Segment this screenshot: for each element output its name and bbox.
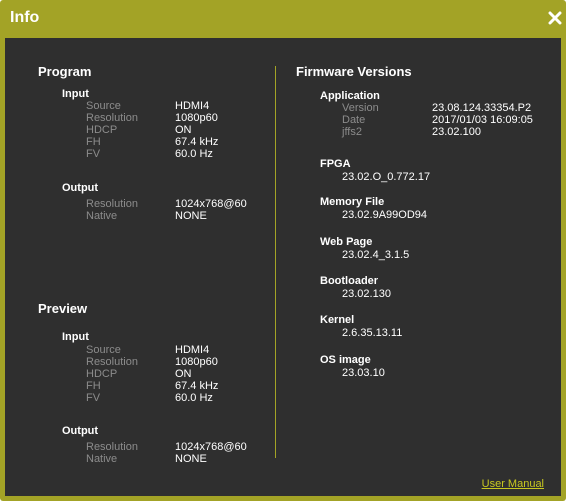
firmware-title: Firmware Versions — [296, 64, 412, 79]
row-label: Source — [86, 100, 121, 112]
firmware-item-version: 23.03.10 — [342, 367, 385, 379]
dialog-title: Info — [10, 9, 40, 26]
preview-output-row: Resolution 1024x768@60 — [86, 441, 266, 453]
row-value: 1024x768@60 — [175, 198, 247, 210]
firmware-item-version: 2.6.35.13.11 — [342, 327, 403, 339]
row-label: jffs2 — [342, 126, 362, 138]
row-label: FV — [86, 148, 101, 160]
application-row: jffs2 23.02.100 — [342, 126, 552, 138]
row-label: FV — [86, 392, 101, 404]
preview-input-title: Input — [62, 331, 89, 343]
firmware-item-name: Kernel — [320, 314, 355, 326]
preview-input-row: FH 67.4 kHz — [86, 380, 266, 392]
application-row: Version 23.08.124.33354.P2 — [342, 102, 552, 114]
row-label: Date — [342, 114, 366, 126]
firmware-item-name: OS image — [320, 354, 371, 366]
row-label: HDCP — [86, 124, 118, 136]
row-value: 2017/01/03 16:09:05 — [432, 114, 533, 126]
program-input-row: HDCP ON — [86, 124, 266, 136]
firmware-item-version: 23.02.9A99OD94 — [342, 209, 428, 221]
row-label: Resolution — [86, 112, 138, 124]
user-manual-link[interactable]: User Manual — [482, 478, 544, 490]
close-icon[interactable] — [548, 11, 562, 25]
preview-output-row: Native NONE — [86, 453, 266, 465]
row-value: HDMI4 — [175, 344, 210, 356]
row-label: FH — [86, 380, 101, 392]
row-label: Native — [86, 453, 118, 465]
preview-output-title: Output — [62, 425, 99, 437]
row-label: Version — [342, 102, 379, 114]
program-input-title: Input — [62, 88, 89, 100]
program-output-title: Output — [62, 182, 99, 194]
row-value: 1080p60 — [175, 356, 218, 368]
dialog-body: Program Input Source HDMI4 Resolution 10… — [5, 38, 561, 496]
program-output-row: Resolution 1024x768@60 — [86, 198, 266, 210]
application-row: Date 2017/01/03 16:09:05 — [342, 114, 552, 126]
row-value: 60.0 Hz — [175, 392, 213, 404]
row-label: Resolution — [86, 441, 138, 453]
row-label: FH — [86, 136, 101, 148]
firmware-item-name: Bootloader — [320, 275, 379, 287]
preview-input-row: Resolution 1080p60 — [86, 356, 266, 368]
application-title: Application — [320, 90, 380, 102]
program-output-row: Native NONE — [86, 210, 266, 222]
row-value: 23.08.124.33354.P2 — [432, 102, 532, 114]
preview-title: Preview — [38, 301, 88, 316]
preview-input-row: FV 60.0 Hz — [86, 392, 266, 404]
row-value: 67.4 kHz — [175, 136, 219, 148]
program-input-row: Resolution 1080p60 — [86, 112, 266, 124]
program-title: Program — [38, 64, 92, 79]
firmware-item-name: Memory File — [320, 196, 385, 208]
row-value: 1080p60 — [175, 112, 218, 124]
firmware-item-name: Web Page — [320, 236, 373, 248]
program-input-row: FV 60.0 Hz — [86, 148, 266, 160]
firmware-item-version: 23.02.4_3.1.5 — [342, 249, 410, 261]
program-input-row: Source HDMI4 — [86, 100, 266, 112]
row-value: ON — [175, 368, 192, 380]
row-value: 1024x768@60 — [175, 441, 247, 453]
row-label: Resolution — [86, 356, 138, 368]
info-dialog: Info Program Input Source HDMI4 Resoluti… — [0, 0, 566, 501]
program-input-row: FH 67.4 kHz — [86, 136, 266, 148]
row-value: NONE — [175, 210, 207, 222]
dialog-titlebar: Info — [0, 0, 566, 38]
row-label: Resolution — [86, 198, 138, 210]
column-divider — [275, 66, 276, 458]
preview-input-row: Source HDMI4 — [86, 344, 266, 356]
preview-input-row: HDCP ON — [86, 368, 266, 380]
firmware-item-version: 23.02.130 — [342, 288, 391, 300]
row-value: HDMI4 — [175, 100, 210, 112]
row-value: ON — [175, 124, 192, 136]
row-label: Native — [86, 210, 118, 222]
firmware-item-version: 23.02.O_0.772.17 — [342, 171, 431, 183]
firmware-item-name: FPGA — [320, 158, 351, 170]
row-label: Source — [86, 344, 121, 356]
row-value: 60.0 Hz — [175, 148, 213, 160]
row-value: 67.4 kHz — [175, 380, 219, 392]
row-label: HDCP — [86, 368, 118, 380]
row-value: NONE — [175, 453, 207, 465]
row-value: 23.02.100 — [432, 126, 481, 138]
